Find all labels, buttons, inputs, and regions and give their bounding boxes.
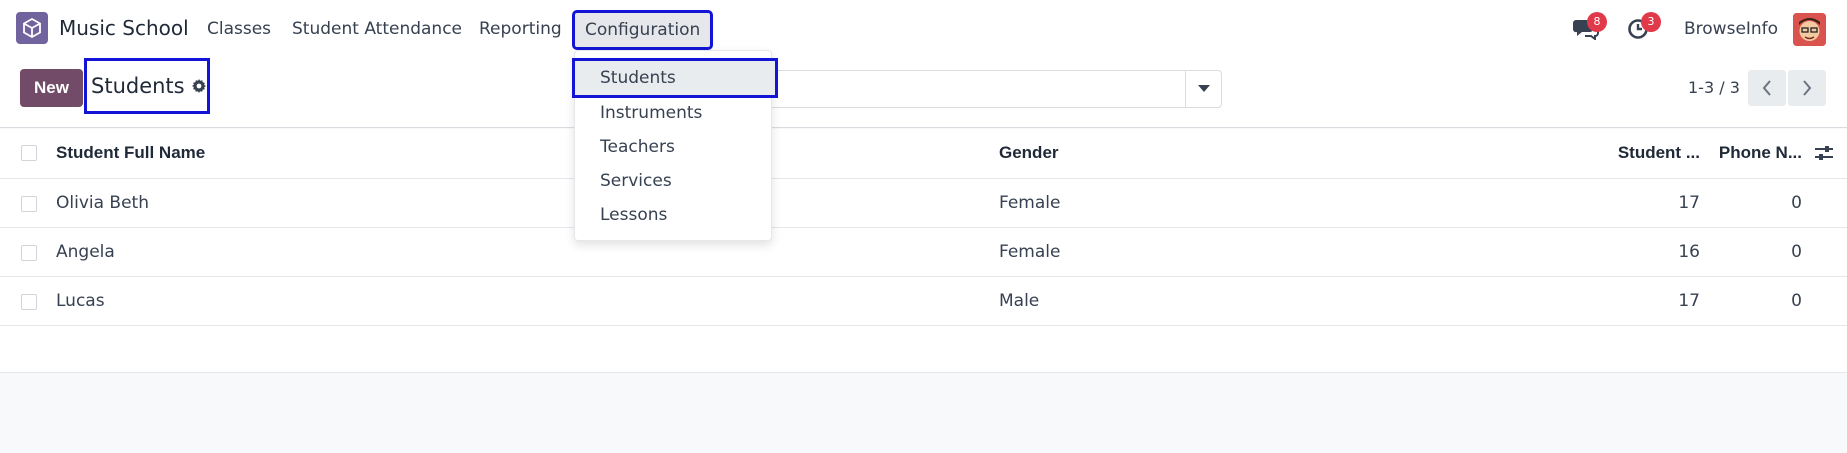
search-input[interactable]: [745, 70, 1222, 108]
pager-next-button[interactable]: [1788, 70, 1826, 106]
cell-name: Lucas: [56, 291, 105, 311]
column-header-student[interactable]: Student ...: [1600, 143, 1700, 163]
breadcrumb: Students: [84, 58, 210, 114]
user-name[interactable]: BrowseInfo: [1684, 19, 1778, 39]
top-navbar: Music School Classes Student Attendance …: [0, 0, 1847, 58]
pager-previous-button[interactable]: [1748, 70, 1786, 106]
app-icon[interactable]: [16, 12, 48, 44]
menu-item-lessons[interactable]: Lessons: [600, 205, 667, 225]
sliders-icon: [1815, 146, 1833, 160]
chevron-left-icon: [1762, 80, 1771, 96]
cell-name: Angela: [56, 242, 115, 262]
page-title: Students: [91, 74, 185, 98]
table-row[interactable]: Lucas Male 17 0: [0, 277, 1847, 326]
messages-badge: 8: [1587, 12, 1607, 32]
empty-row: [0, 326, 1847, 373]
menu-item-students[interactable]: Students: [572, 58, 778, 98]
column-header-name[interactable]: Student Full Name: [56, 143, 205, 163]
optional-columns-toggle[interactable]: [1814, 144, 1834, 167]
row-checkbox[interactable]: [21, 245, 37, 261]
nav-configuration[interactable]: Configuration: [571, 10, 714, 50]
table-row[interactable]: Angela Female 16 0: [0, 228, 1847, 277]
pager-value[interactable]: 1-3 / 3: [1688, 78, 1740, 97]
cell-student: 17: [1678, 291, 1700, 311]
configuration-dropdown: Students Instruments Teachers Services L…: [572, 50, 778, 241]
caret-down-icon: [1197, 85, 1210, 92]
cell-phone: 0: [1791, 193, 1802, 213]
menu-item-instruments[interactable]: Instruments: [600, 103, 702, 123]
list-view: Student Full Name Gender Student ... Pho…: [0, 129, 1847, 373]
nav-student-attendance[interactable]: Student Attendance: [292, 19, 462, 39]
gear-icon[interactable]: [191, 78, 207, 94]
cell-gender: Male: [999, 291, 1040, 311]
row-checkbox[interactable]: [21, 294, 37, 310]
search-options-toggle[interactable]: [1185, 71, 1221, 107]
column-header-phone[interactable]: Phone N...: [1700, 143, 1802, 163]
cell-student: 16: [1678, 242, 1700, 262]
cell-phone: 0: [1791, 291, 1802, 311]
cell-phone: 0: [1791, 242, 1802, 262]
avatar[interactable]: [1793, 13, 1826, 46]
nav-classes[interactable]: Classes: [207, 19, 271, 39]
select-all-checkbox[interactable]: [21, 145, 37, 161]
table-row[interactable]: Olivia Beth Female 17 0: [0, 179, 1847, 228]
messages-button[interactable]: 8: [1572, 12, 1607, 42]
chevron-right-icon: [1803, 80, 1812, 96]
cell-gender: Female: [999, 193, 1061, 213]
activities-button[interactable]: 3: [1627, 12, 1661, 42]
app-name[interactable]: Music School: [59, 16, 189, 40]
cell-gender: Female: [999, 242, 1061, 262]
new-button[interactable]: New: [20, 69, 83, 107]
nav-reporting[interactable]: Reporting: [479, 19, 562, 39]
column-header-gender[interactable]: Gender: [999, 143, 1059, 163]
cell-name: Olivia Beth: [56, 193, 149, 213]
table-header: Student Full Name Gender Student ... Pho…: [0, 129, 1847, 179]
row-checkbox[interactable]: [21, 196, 37, 212]
menu-item-teachers[interactable]: Teachers: [600, 137, 675, 157]
control-panel: New Students 1-3 / 3: [0, 58, 1847, 128]
cell-student: 17: [1678, 193, 1700, 213]
menu-item-services[interactable]: Services: [600, 171, 672, 191]
activities-badge: 3: [1641, 12, 1661, 32]
